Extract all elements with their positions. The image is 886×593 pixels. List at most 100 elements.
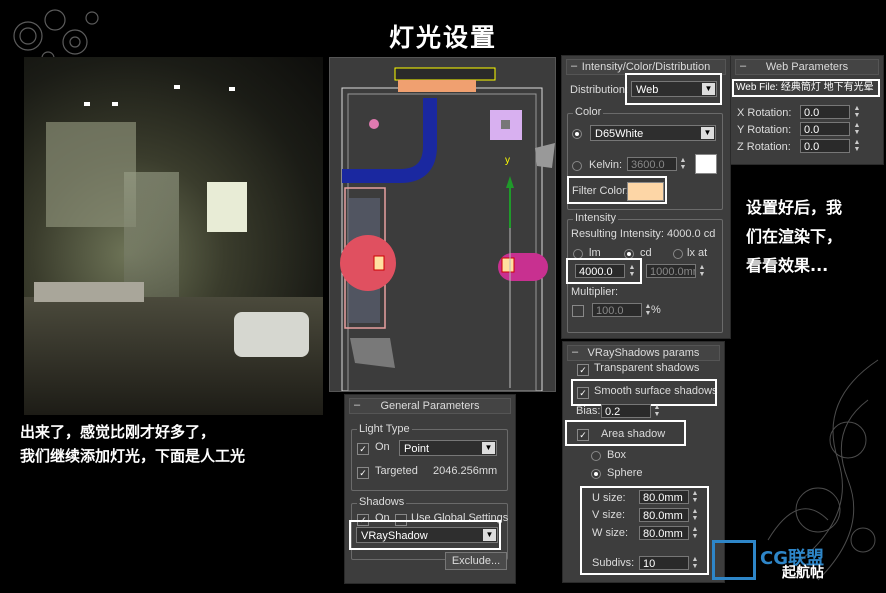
kelvin-spinner[interactable]: 3600.0: [627, 157, 677, 171]
color-group-label: Color: [573, 106, 604, 118]
highlight-box: [566, 258, 642, 284]
x-rotation-label: X Rotation:: [737, 107, 792, 119]
general-parameters-panel: – General Parameters Light Type ✓ On Poin…: [344, 394, 516, 584]
w-size-label: W size:: [592, 527, 629, 539]
caption-line: 们在渲染下，: [746, 227, 843, 246]
kelvin-label: Kelvin:: [589, 159, 623, 171]
lx-radio[interactable]: [673, 249, 683, 259]
spinner-arrows-icon[interactable]: ▲ ▼: [853, 122, 861, 136]
caption-left: 出来了，感觉比刚才好多了， 我们继续添加灯光，下面是人工光: [20, 420, 245, 468]
rollout-header[interactable]: – VRayShadows params: [567, 345, 720, 361]
preset-radio[interactable]: [572, 129, 582, 139]
ceiling-lamp: [112, 102, 118, 106]
light-type-dropdown[interactable]: Point ▼: [399, 440, 497, 456]
caption-line: 出来了，感觉比刚才好多了，: [20, 423, 216, 441]
transparent-shadows-label: Transparent shadows: [594, 362, 700, 374]
exclude-button[interactable]: Exclude...: [445, 552, 507, 570]
y-rotation-spinner[interactable]: 0.0: [800, 122, 850, 136]
percent-label: %: [651, 304, 661, 316]
vrayshadows-params-panel: – VRayShadows params ✓ Transparent shadow…: [562, 341, 725, 583]
render-preview: [24, 57, 323, 415]
web-file-button[interactable]: Web File: 经典筒灯 地下有光晕: [732, 79, 880, 97]
kelvin-color-swatch[interactable]: [695, 154, 717, 174]
color-preset-value: D65White: [595, 128, 644, 140]
caption-right: 设置好后，我 们在渲染下， 看看效果...: [746, 193, 842, 280]
color-preset-dropdown[interactable]: D65White ▼: [590, 125, 716, 141]
targeted-distance: 2046.256mm: [433, 465, 498, 477]
spinner-arrows-icon[interactable]: ▲ ▼: [691, 556, 699, 570]
light-type-value: Point: [404, 443, 430, 455]
subdivs-spinner[interactable]: 10: [639, 556, 689, 570]
rollout-title: Web Parameters: [765, 61, 849, 73]
targeted-label: Targeted: [375, 465, 418, 477]
lx-distance-spinner[interactable]: 1000.0mm: [646, 264, 696, 278]
highlight-box: [625, 73, 722, 105]
caption-line: 看看效果...: [746, 256, 829, 275]
rollout-title: VRayShadows params: [587, 347, 700, 359]
viewport-canvas: y: [340, 67, 555, 391]
spinner-arrows-icon[interactable]: ▲ ▼: [691, 526, 699, 540]
intensity-color-distribution-panel: – Intensity/Color/Distribution Distributi…: [561, 55, 731, 339]
page-title: 灯光设置: [388, 23, 497, 52]
z-rotation-spinner[interactable]: 0.0: [800, 139, 850, 153]
light-type-group-label: Light Type: [357, 423, 412, 435]
intensity-group-label: Intensity: [573, 212, 618, 224]
bias-spinner[interactable]: 0.2: [601, 404, 651, 418]
multiplier-label: Multiplier:: [571, 286, 619, 298]
spinner-arrows-icon[interactable]: ▲ ▼: [679, 157, 687, 171]
axis-y-label: y: [505, 155, 510, 166]
w-size-spinner[interactable]: 80.0mm: [639, 526, 689, 540]
spinner-arrows-icon[interactable]: ▲ ▼: [698, 264, 706, 278]
spinner-arrows-icon[interactable]: ▲ ▼: [853, 139, 861, 153]
ceiling-lamp: [174, 85, 180, 89]
u-size-spinner[interactable]: 80.0mm: [639, 490, 689, 504]
rollout-header[interactable]: – Web Parameters: [735, 59, 879, 75]
v-size-spinner[interactable]: 80.0mm: [639, 508, 689, 522]
lx-label: lx at: [687, 247, 708, 259]
mirror: [46, 122, 136, 227]
chevron-down-icon: ▼: [701, 127, 714, 139]
sphere-radio[interactable]: [591, 469, 601, 479]
spinner-arrows-icon[interactable]: ▲ ▼: [653, 404, 661, 418]
spinner-arrows-icon[interactable]: ▲ ▼: [853, 105, 861, 119]
kelvin-radio[interactable]: [572, 161, 582, 171]
transparent-shadows-checkbox[interactable]: ✓: [577, 364, 589, 376]
multiplier-checkbox[interactable]: [572, 305, 584, 317]
rollout-header[interactable]: – General Parameters: [349, 398, 511, 414]
subdivs-label: Subdivs:: [592, 557, 635, 569]
watermark-logo: CG联盟 起航帖: [712, 540, 880, 584]
cg-logo-icon: [712, 540, 756, 580]
caption-line: 我们继续添加灯光，下面是人工光: [20, 447, 246, 465]
x-rotation-spinner[interactable]: 0.0: [800, 105, 850, 119]
highlight-box: [349, 520, 501, 550]
light-on-checkbox[interactable]: ✓: [357, 443, 369, 455]
highlight-box: [571, 379, 717, 406]
shadows-group-label: Shadows: [357, 496, 407, 508]
watermark-subtext: 起航帖: [782, 565, 824, 581]
highlight-box: [567, 176, 667, 204]
box-label: Box: [607, 449, 626, 461]
bathtub: [234, 312, 309, 357]
sphere-label: Sphere: [607, 467, 643, 479]
z-rotation-label: Z Rotation:: [737, 141, 791, 153]
top-viewport[interactable]: y: [329, 57, 556, 392]
u-size-label: U size:: [592, 492, 626, 504]
light-on-label: On: [375, 441, 390, 453]
targeted-checkbox[interactable]: ✓: [357, 467, 369, 479]
bias-label: Bias:: [576, 405, 601, 417]
multiplier-spinner[interactable]: 100.0: [592, 303, 642, 317]
spinner-arrows-icon[interactable]: ▲ ▼: [691, 508, 699, 522]
vanity: [34, 282, 144, 302]
spinner-arrows-icon[interactable]: ▲ ▼: [691, 490, 699, 504]
ceiling-lamp: [229, 87, 235, 91]
resulting-intensity: Resulting Intensity: 4000.0 cd: [571, 228, 716, 240]
v-size-label: V size:: [592, 509, 626, 521]
web-parameters-panel: – Web Parameters Web File: 经典筒灯 地下有光晕 X R…: [730, 55, 884, 165]
ceiling-lamp: [84, 102, 90, 106]
window: [207, 182, 247, 232]
light-type-group: [351, 429, 508, 491]
distribution-label: Distribution:: [570, 84, 629, 96]
rollout-title: Intensity/Color/Distribution: [581, 61, 711, 73]
box-radio[interactable]: [591, 451, 601, 461]
chevron-down-icon: ▼: [482, 442, 495, 454]
